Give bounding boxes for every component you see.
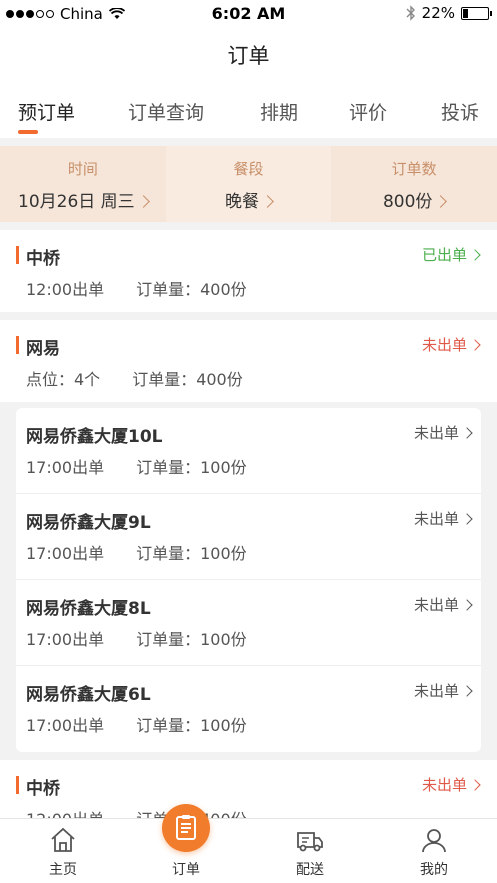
card-accent — [16, 776, 19, 794]
list-item-time: 17:00出单 — [26, 630, 105, 649]
list-item-time: 17:00出单 — [26, 544, 105, 563]
card-accent — [16, 336, 19, 354]
list-item-time: 17:00出单 — [26, 716, 105, 735]
filter-time-value: 10月26日 周三 — [18, 192, 135, 212]
card-details: 12:00出单 订单量：400份 — [26, 276, 247, 300]
chevron-right-icon — [461, 513, 473, 525]
chevron-right-icon — [261, 195, 274, 208]
card-accent — [16, 246, 19, 264]
order-card[interactable]: 中桥 已出单 12:00出单 订单量：400份 — [0, 230, 497, 312]
list-item-details: 17:00出单 订单量：100份 — [26, 712, 247, 736]
filter-time[interactable]: 时间 10月26日 周三 — [0, 146, 166, 222]
status-badge[interactable]: 未出单 — [414, 422, 473, 443]
chevron-right-icon — [461, 685, 473, 697]
chevron-right-icon — [136, 195, 150, 208]
sub-location-list: 网易侨鑫大厦10L 未出单 17:00出单 订单量：100份 网易侨鑫大厦9L … — [16, 408, 481, 752]
tab-complaint[interactable]: 投诉 — [441, 98, 479, 125]
list-item-title: 网易侨鑫大厦10L — [26, 427, 163, 447]
list-item-qty: 订单量：100份 — [136, 716, 247, 735]
list-item-details: 17:00出单 订单量：100份 — [26, 626, 247, 650]
delivery-icon — [297, 832, 323, 852]
list-item-details: 17:00出单 订单量：100份 — [26, 454, 247, 478]
bluetooth-icon — [406, 5, 415, 21]
list-item[interactable]: 网易侨鑫大厦8L 未出单 17:00出单 订单量：100份 — [16, 580, 481, 666]
order-card[interactable]: 中桥 未出单 12:00出单 订单量：400份 — [0, 760, 497, 820]
system-indicators: 22% — [406, 4, 492, 22]
list-item-title: 网易侨鑫大厦8L — [26, 599, 151, 619]
battery-icon — [461, 6, 492, 20]
filter-count[interactable]: 订单数 800份 — [331, 146, 497, 222]
chevron-right-icon — [461, 427, 473, 439]
status-badge[interactable]: 未出单 — [422, 334, 481, 355]
active-tab-indicator — [18, 130, 38, 134]
list-item-title: 网易侨鑫大厦6L — [26, 685, 151, 705]
list-item-title: 网易侨鑫大厦9L — [26, 513, 151, 533]
status-badge[interactable]: 未出单 — [414, 508, 473, 529]
orders-fab-button[interactable] — [162, 804, 210, 852]
list-item-qty: 订单量：100份 — [136, 544, 247, 563]
tab-review[interactable]: 评价 — [349, 98, 387, 125]
order-card[interactable]: 网易 未出单 点位：4个 订单量：400份 — [0, 320, 497, 402]
list-item[interactable]: 网易侨鑫大厦6L 未出单 17:00出单 订单量：100份 — [16, 666, 481, 752]
card-title: 中桥 — [26, 249, 60, 269]
tabbar-home[interactable]: 主页 — [13, 819, 113, 883]
status-badge[interactable]: 未出单 — [422, 774, 481, 795]
tabbar-profile-label: 我的 — [420, 862, 448, 878]
list-item-qty: 订单量：100份 — [136, 458, 247, 477]
tab-preorder[interactable]: 预订单 — [18, 98, 75, 125]
filter-count-value: 800份 — [382, 192, 433, 212]
chevron-right-icon — [469, 249, 481, 261]
chevron-right-icon — [461, 599, 473, 611]
status-badge[interactable]: 未出单 — [414, 680, 473, 701]
order-icon — [176, 815, 196, 840]
top-tabs: 预订单 订单查询 排期 评价 投诉 — [0, 84, 497, 138]
bottom-tabbar: 主页 订单 配送 我的 — [0, 818, 497, 883]
tabbar-home-label: 主页 — [49, 862, 77, 878]
card-details: 点位：4个 订单量：400份 — [26, 366, 243, 390]
tab-order-query[interactable]: 订单查询 — [128, 98, 204, 125]
filter-meal-label: 餐段 — [233, 160, 264, 178]
list-item[interactable]: 网易侨鑫大厦10L 未出单 17:00出单 订单量：100份 — [16, 408, 481, 494]
filter-meal-value: 晚餐 — [225, 192, 259, 212]
chevron-right-icon — [469, 779, 481, 791]
card-detail-points: 点位：4个 — [26, 370, 101, 389]
status-badge[interactable]: 未出单 — [414, 594, 473, 615]
card-title: 中桥 — [26, 779, 60, 799]
filter-bar: 时间 10月26日 周三 餐段 晚餐 订单数 800份 — [0, 146, 497, 222]
list-item-qty: 订单量：100份 — [136, 630, 247, 649]
tabbar-delivery-label: 配送 — [296, 862, 324, 878]
chevron-right-icon — [469, 339, 481, 351]
list-item[interactable]: 网易侨鑫大厦9L 未出单 17:00出单 订单量：100份 — [16, 494, 481, 580]
card-detail-qty: 订单量：400份 — [132, 370, 243, 389]
home-icon — [51, 827, 75, 852]
chevron-right-icon — [434, 195, 448, 208]
tabbar-delivery[interactable]: 配送 — [260, 819, 360, 883]
tab-schedule[interactable]: 排期 — [260, 98, 298, 125]
battery-level — [463, 8, 469, 18]
status-bar: China 6:02 AM 22% — [0, 0, 497, 28]
profile-icon — [422, 829, 446, 853]
battery-percent: 22% — [421, 4, 455, 22]
tabbar-orders-label: 订单 — [172, 862, 200, 878]
tabbar-profile[interactable]: 我的 — [384, 819, 484, 883]
card-detail-time: 12:00出单 — [26, 280, 105, 299]
card-detail-qty: 订单量：400份 — [136, 280, 247, 299]
list-item-details: 17:00出单 订单量：100份 — [26, 540, 247, 564]
filter-meal[interactable]: 餐段 晚餐 — [165, 146, 332, 222]
card-title: 网易 — [26, 339, 60, 359]
page-title: 订单 — [0, 28, 497, 84]
status-badge[interactable]: 已出单 — [422, 244, 481, 265]
filter-count-label: 订单数 — [391, 160, 437, 178]
list-item-time: 17:00出单 — [26, 458, 105, 477]
filter-time-label: 时间 — [67, 160, 98, 178]
